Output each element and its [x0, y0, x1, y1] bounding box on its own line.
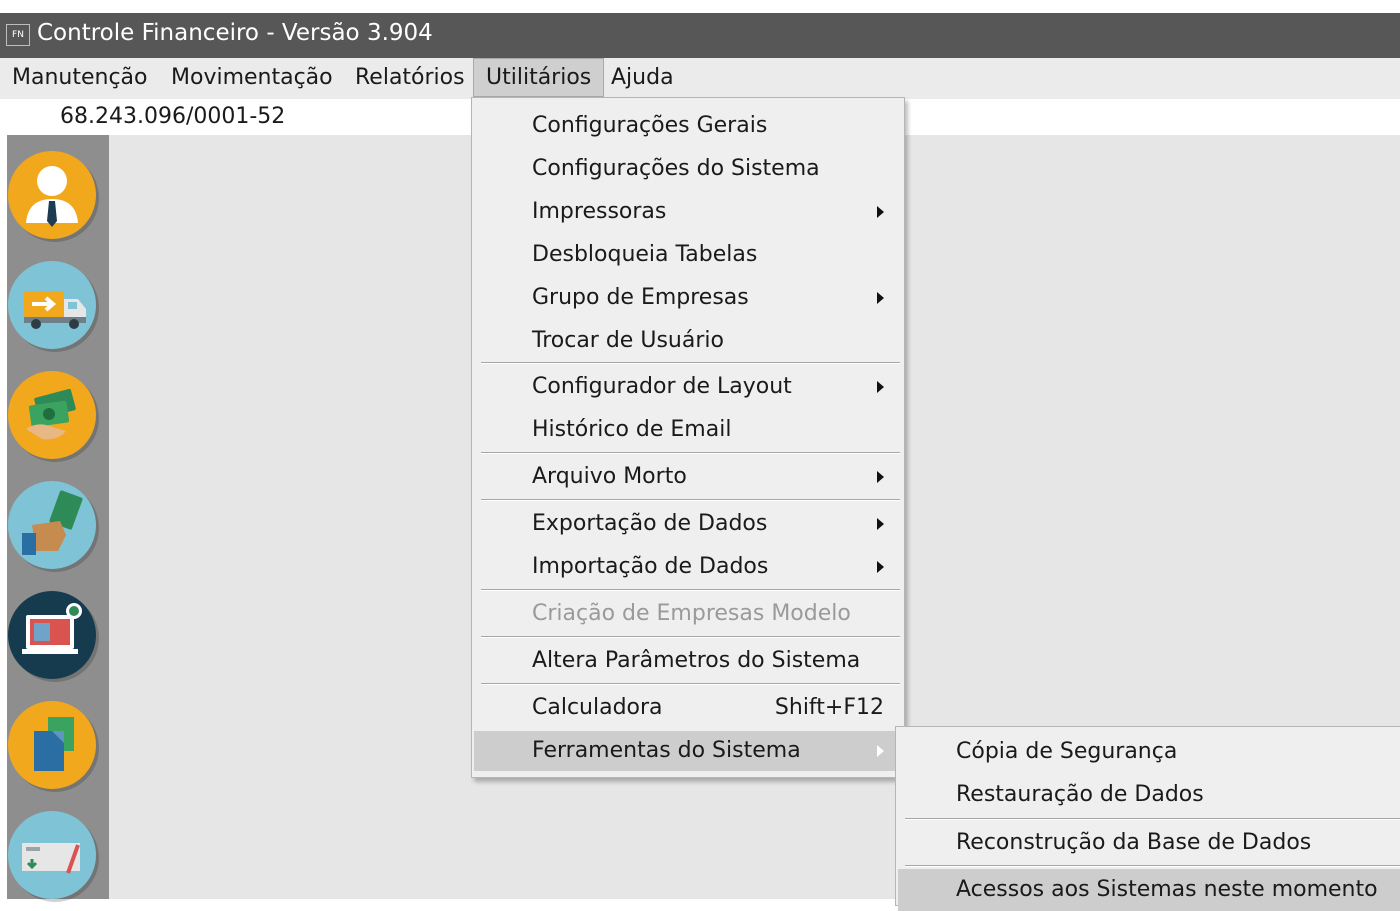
documents-icon — [34, 717, 74, 771]
bank-check-icon — [22, 843, 80, 874]
menu-item-label: Grupo de Empresas — [532, 285, 749, 310]
menu-item-label: Calculadora — [532, 695, 663, 720]
submenu-arrow-icon — [877, 518, 884, 530]
menu-item-label: Configurações Gerais — [532, 113, 768, 138]
sidebar-computer-button[interactable] — [8, 591, 96, 679]
computer-icon — [22, 603, 82, 654]
menu-item-impressoras[interactable]: Impressoras — [474, 192, 902, 232]
menu-item-label: Cópia de Segurança — [956, 739, 1178, 764]
menu-relatorios[interactable]: Relatórios — [343, 58, 477, 97]
submenu-arrow-icon — [877, 381, 884, 393]
menu-item-exportacao-dados[interactable]: Exportação de Dados — [474, 504, 902, 544]
payment-hand-icon — [22, 490, 83, 555]
menu-separator — [481, 362, 900, 364]
menu-separator — [481, 589, 900, 591]
menu-item-label: Criação de Empresas Modelo — [532, 601, 851, 626]
truck-icon — [24, 291, 86, 329]
menu-item-configuracoes-sistema[interactable]: Configurações do Sistema — [474, 149, 902, 189]
sidebar-documents-button[interactable] — [8, 701, 96, 789]
menu-item-label: Ferramentas do Sistema — [532, 738, 801, 763]
submenu-arrow-icon — [877, 561, 884, 573]
menu-separator — [481, 636, 900, 638]
menu-item-label: Configurações do Sistema — [532, 156, 820, 181]
utilitarios-menu: Configurações Gerais Configurações do Si… — [471, 97, 905, 778]
menu-separator — [481, 499, 900, 501]
menu-item-label: Configurador de Layout — [532, 374, 792, 399]
sidebar-money-button[interactable] — [8, 371, 96, 459]
menu-item-configurador-layout[interactable]: Configurador de Layout — [474, 367, 902, 407]
sidebar-bank-check-button[interactable] — [8, 811, 96, 899]
menu-item-importacao-dados[interactable]: Importação de Dados — [474, 547, 902, 587]
menu-separator — [481, 452, 900, 454]
menu-item-label: Arquivo Morto — [532, 464, 687, 489]
submenu-arrow-icon — [877, 292, 884, 304]
menu-separator — [905, 865, 1400, 867]
window-title: Controle Financeiro - Versão 3.904 — [37, 20, 433, 46]
submenu-item-reconstrucao-base[interactable]: Reconstrução da Base de Dados — [898, 822, 1400, 864]
window-edge — [0, 135, 7, 899]
menu-movimentacao[interactable]: Movimentação — [159, 58, 345, 97]
menu-item-desbloqueia-tabelas[interactable]: Desbloqueia Tabelas — [474, 235, 902, 275]
title-bar: FN Controle Financeiro - Versão 3.904 — [0, 13, 1400, 58]
menu-item-label: Trocar de Usuário — [532, 328, 724, 353]
submenu-item-acessos-sistemas[interactable]: Acessos aos Sistemas neste momento — [898, 869, 1400, 911]
money-icon — [26, 388, 76, 440]
submenu-item-restauracao-dados[interactable]: Restauração de Dados — [898, 774, 1400, 816]
menu-bar: Manutenção Movimentação Relatórios Utili… — [0, 58, 1400, 99]
submenu-arrow-icon — [877, 471, 884, 483]
submenu-item-copia-seguranca[interactable]: Cópia de Segurança — [898, 731, 1400, 773]
menu-item-trocar-usuario[interactable]: Trocar de Usuário — [474, 321, 902, 361]
menu-item-calculadora[interactable]: Calculadora Shift+F12 — [474, 688, 902, 728]
menu-manutencao[interactable]: Manutenção — [0, 58, 160, 97]
app-icon[interactable]: FN — [6, 24, 30, 46]
sidebar-delivery-button[interactable] — [8, 261, 96, 349]
menu-item-ferramentas-sistema[interactable]: Ferramentas do Sistema — [474, 731, 902, 771]
menu-separator — [905, 818, 1400, 820]
menu-item-configuracoes-gerais[interactable]: Configurações Gerais — [474, 106, 902, 146]
menu-item-label: Acessos aos Sistemas neste momento — [956, 877, 1378, 902]
menu-item-label: Altera Parâmetros do Sistema — [532, 648, 861, 673]
user-icon — [26, 166, 78, 227]
company-cnpj: 68.243.096/0001-52 — [60, 104, 286, 129]
menu-item-grupo-empresas[interactable]: Grupo de Empresas — [474, 278, 902, 318]
menu-separator — [481, 683, 900, 685]
menu-item-label: Histórico de Email — [532, 417, 732, 442]
menu-ajuda[interactable]: Ajuda — [599, 58, 686, 97]
sidebar-payment-button[interactable] — [8, 481, 96, 569]
ferramentas-submenu: Cópia de Segurança Restauração de Dados … — [895, 726, 1400, 911]
menu-item-label: Restauração de Dados — [956, 782, 1204, 807]
menu-item-label: Reconstrução da Base de Dados — [956, 830, 1312, 855]
sidebar — [7, 135, 109, 899]
menu-item-arquivo-morto[interactable]: Arquivo Morto — [474, 457, 902, 497]
submenu-arrow-icon — [877, 745, 884, 757]
menu-item-label: Exportação de Dados — [532, 511, 768, 536]
menu-item-label: Desbloqueia Tabelas — [532, 242, 758, 267]
menu-item-label: Importação de Dados — [532, 554, 769, 579]
menu-item-criacao-empresas-modelo: Criação de Empresas Modelo — [474, 594, 902, 634]
sidebar-user-button[interactable] — [8, 151, 96, 239]
menu-utilitarios[interactable]: Utilitários — [473, 58, 605, 97]
submenu-arrow-icon — [877, 206, 884, 218]
shortcut-label: Shift+F12 — [774, 695, 884, 720]
menu-item-label: Impressoras — [532, 199, 667, 224]
menu-item-historico-email[interactable]: Histórico de Email — [474, 410, 902, 450]
menu-item-altera-parametros[interactable]: Altera Parâmetros do Sistema — [474, 641, 902, 681]
